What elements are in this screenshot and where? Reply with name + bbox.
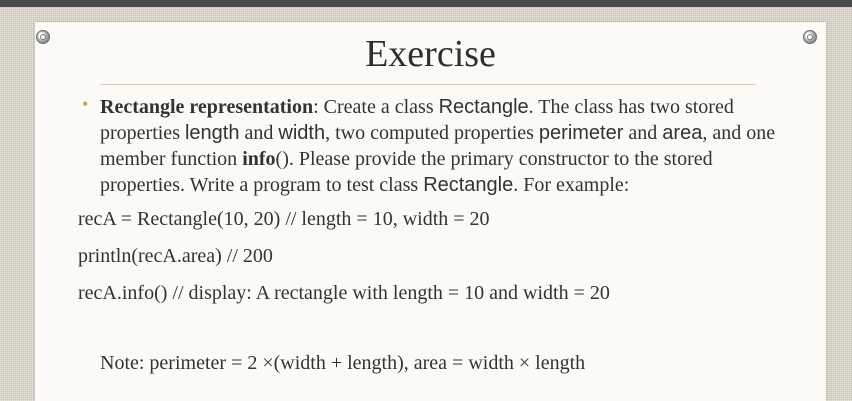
text-segment: and bbox=[623, 122, 663, 144]
example-line-constructor: recA = Rectangle(10, 20) // length = 10,… bbox=[78, 208, 490, 230]
property-perimeter: perimeter bbox=[538, 122, 624, 144]
property-length: length bbox=[184, 122, 240, 144]
text-segment: : Create a class bbox=[313, 96, 439, 118]
property-area: area bbox=[662, 122, 703, 144]
text-segment: , two computed properties bbox=[325, 122, 539, 144]
bullet-icon: • bbox=[82, 94, 89, 114]
class-name: Rectangle bbox=[438, 96, 529, 118]
example-line-area: println(recA.area) // 200 bbox=[78, 245, 273, 267]
text-segment: . For example: bbox=[513, 174, 630, 196]
window-top-bar bbox=[0, 0, 852, 7]
example-line-info: recA.info() // display: A rectangle with… bbox=[78, 282, 610, 304]
exercise-description: Rectangle representation: Create a class… bbox=[100, 94, 800, 198]
slide-title: Exercise bbox=[365, 33, 496, 75]
title-divider bbox=[100, 84, 756, 85]
property-width: width bbox=[278, 122, 326, 144]
function-info: info bbox=[242, 148, 276, 170]
formula-note: Note: perimeter = 2 ×(width + length), a… bbox=[100, 352, 586, 374]
class-name: Rectangle bbox=[423, 174, 514, 196]
text-segment: and bbox=[239, 122, 279, 144]
exercise-lead: Rectangle representation bbox=[100, 96, 314, 118]
